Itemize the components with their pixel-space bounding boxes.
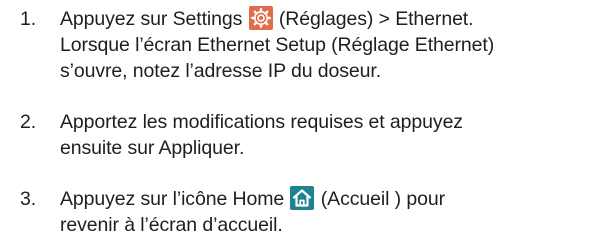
step-line: ensuite sur Appliquer.: [60, 137, 245, 159]
gear-icon: [248, 6, 273, 30]
step-line: revenir à l’écran d’accueil.: [60, 214, 283, 236]
instruction-page: { "steps": [ { "number": "1.", "text_bef…: [0, 0, 600, 242]
step-number: 2.: [20, 111, 37, 133]
step-1: 1. Appuyez sur Settings (Réglages) > Eth…: [0, 6, 600, 84]
step-2: 2. Apportez les modifications requises e…: [0, 109, 600, 161]
step-text-before-icon: Appuyez sur Settings: [60, 8, 248, 30]
step-number: 3.: [20, 188, 37, 210]
home-icon: [290, 186, 315, 210]
step-text-after-icon: (Accueil ) pour: [315, 188, 445, 210]
step-number: 1.: [20, 8, 37, 30]
step-line: s’ouvre, notez l’adresse IP du doseur.: [60, 60, 382, 82]
step-3: 3. Appuyez sur l’icône Home (Accueil ) p…: [0, 186, 600, 238]
step-line: Apportez les modifications requises et a…: [60, 111, 463, 133]
step-text-before-icon: Appuyez sur l’icône Home: [60, 188, 290, 210]
step-text-after-icon: (Réglages) > Ethernet.: [273, 8, 474, 30]
step-line: Lorsque l’écran Ethernet Setup (Réglage …: [60, 34, 495, 56]
instruction-steps: 1. Appuyez sur Settings (Réglages) > Eth…: [0, 6, 600, 238]
